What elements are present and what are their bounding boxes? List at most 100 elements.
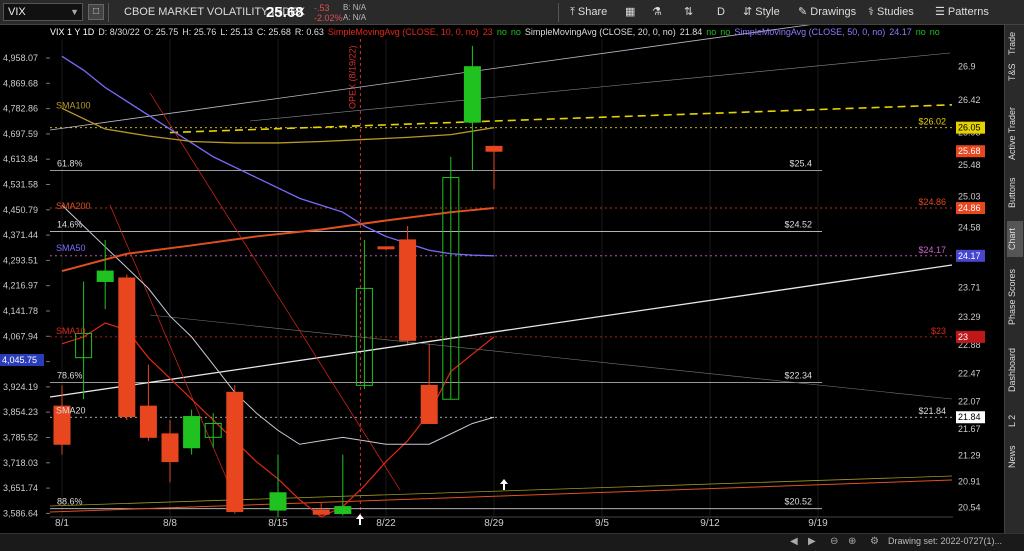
- candle-body: [399, 239, 417, 341]
- fib-label: 78.6%: [57, 371, 83, 381]
- last-price: 25.68: [266, 4, 304, 21]
- zoom-in-icon[interactable]: ⊕: [848, 536, 856, 547]
- right-axis-tick: 23.71: [958, 283, 981, 293]
- left-axis-tick: 4,293.51: [3, 255, 38, 265]
- tab-chart[interactable]: Chart: [1007, 221, 1023, 257]
- sma-label-sma200: SMA200: [56, 201, 91, 211]
- x-axis-tick: 8/22: [376, 518, 396, 529]
- left-axis-tick: 4,067.94: [3, 331, 38, 341]
- scroll-right-icon[interactable]: ▶: [808, 536, 816, 547]
- left-axis-tick: 4,613.84: [3, 154, 38, 164]
- link-icon[interactable]: □: [88, 4, 104, 20]
- style-icon: ⇵: [743, 6, 756, 18]
- zoom-out-icon[interactable]: ⊖: [830, 536, 838, 547]
- fib-value: $25.4: [789, 159, 812, 169]
- left-axis-tick: 4,531.58: [3, 180, 38, 190]
- chart-period[interactable]: VIX 1 Y 1D: [50, 27, 94, 37]
- left-axis-tick: 4,782.86: [3, 104, 38, 114]
- studies-icon: ⚕: [868, 6, 878, 18]
- price-tag: 24.17: [958, 251, 981, 261]
- sma-label-sma50: SMA50: [56, 243, 86, 253]
- right-axis-tick: 26.9: [958, 62, 976, 72]
- price-tag: 25.68: [958, 146, 981, 156]
- fib-value: $24.52: [784, 220, 812, 230]
- trendline: [49, 475, 953, 507]
- drawing-set-label[interactable]: Drawing set: 2022-0727(1)...: [888, 536, 1002, 546]
- candle-body: [312, 509, 330, 515]
- symbol-text: VIX: [8, 6, 26, 18]
- candle-body: [183, 416, 201, 449]
- left-axis-tick: 4,958.07: [3, 53, 38, 63]
- studies-button[interactable]: ⚕ Studies: [868, 0, 914, 25]
- price-tag: 21.84: [958, 412, 981, 422]
- yellow-dashed-trendline: [169, 104, 953, 134]
- candle-body: [118, 277, 136, 418]
- tab-t-s[interactable]: T&S: [1007, 59, 1023, 85]
- chevron-down-icon[interactable]: ▼: [70, 4, 79, 20]
- x-axis-tick: 9/12: [700, 518, 720, 529]
- settings-icon[interactable]: ⚙: [870, 536, 879, 547]
- level-label: $26.02: [918, 117, 946, 127]
- level-label: $24.86: [918, 197, 946, 207]
- bottom-bar: ◀ ▶ ⊖ ⊕ ⚙ Drawing set: 2022-0727(1)...: [0, 533, 1024, 551]
- drawings-icon: ✎: [798, 6, 811, 18]
- opex-label: OPEX (8/19/22): [347, 45, 357, 109]
- zoom-icon[interactable]: ⇅: [684, 0, 693, 25]
- sma20-study-label[interactable]: SimpleMovingAvg (CLOSE, 20, 0, no): [525, 27, 676, 37]
- candle-body: [377, 246, 395, 250]
- left-axis-highlight: 4,045.75: [2, 355, 37, 365]
- tab-dashboard[interactable]: Dashboard: [1007, 339, 1023, 401]
- candle-body: [269, 492, 287, 511]
- x-axis-tick: 8/1: [55, 518, 69, 529]
- drawings-button[interactable]: ✎ Drawings: [798, 0, 856, 25]
- tab-l-2[interactable]: L 2: [1007, 407, 1023, 435]
- fib-value: $22.34: [784, 371, 812, 381]
- symbol-input[interactable]: VIX ▼: [3, 3, 83, 21]
- arrow-up-icon: [356, 514, 364, 525]
- tab-buttons[interactable]: Buttons: [1007, 171, 1023, 215]
- top-toolbar: VIX ▼ □ CBOE MARKET VOLATILITY INDEX 25.6…: [0, 0, 1024, 25]
- level-label: $24.17: [918, 245, 946, 255]
- fib-label: 61.8%: [57, 159, 83, 169]
- trendline: [49, 25, 811, 131]
- tab-trade[interactable]: Trade: [1007, 31, 1023, 55]
- sma10-study-label[interactable]: SimpleMovingAvg (CLOSE, 10, 0, no): [328, 27, 479, 37]
- candle-body: [226, 391, 244, 512]
- tab-news[interactable]: News: [1007, 441, 1023, 473]
- right-axis-tick: 25.03: [958, 191, 981, 201]
- patterns-button[interactable]: ☰ Patterns: [935, 0, 989, 25]
- scroll-left-icon[interactable]: ◀: [790, 536, 798, 547]
- tab-active-trader[interactable]: Active Trader: [1007, 101, 1023, 165]
- price-tag: 23: [958, 332, 968, 342]
- candle-body: [161, 433, 179, 463]
- right-axis-tick: 21.29: [958, 450, 981, 460]
- right-axis-tick: 20.54: [958, 502, 981, 512]
- grid-icon[interactable]: ▦: [625, 0, 635, 25]
- chart-info-bar: VIX 1 Y 1D D: 8/30/22 O: 25.75 H: 25.76 L: 2…: [50, 27, 940, 37]
- trendline: [49, 479, 953, 513]
- share-button[interactable]: ⤒ Share: [570, 0, 607, 25]
- left-axis-tick: 4,216.97: [3, 281, 38, 291]
- fib-value: $20.52: [784, 497, 812, 507]
- sma-label-sma10: SMA10: [56, 326, 86, 336]
- sma-label-sma20: SMA20: [56, 406, 86, 416]
- level-label: $21.84: [918, 406, 946, 416]
- arrow-up-icon: [500, 479, 508, 490]
- price-chart[interactable]: 4,958.07 4,869.68 4,782.86 4,697.59 4,613.84…: [0, 25, 1004, 533]
- style-button[interactable]: ⇵ Style: [743, 0, 780, 25]
- right-axis-tick: 20.91: [958, 477, 981, 487]
- right-axis-tick: 24.58: [958, 222, 981, 232]
- share-icon: ⤒: [570, 6, 578, 18]
- right-side-panel: Trade T&S Active Trader Buttons Chart Phase S…: [1004, 25, 1024, 533]
- flask-icon[interactable]: ⚗: [652, 0, 662, 25]
- left-axis-tick: 4,450.79: [3, 205, 38, 215]
- aggregation-button[interactable]: D: [717, 0, 725, 25]
- candle-body: [334, 506, 352, 515]
- right-axis-tick: 22.07: [958, 396, 981, 406]
- right-axis-tick: 23.29: [958, 312, 981, 322]
- price-tag: 24.86: [958, 203, 981, 213]
- sma50-study-label[interactable]: SimpleMovingAvg (CLOSE, 50, 0, no): [734, 27, 885, 37]
- tab-phase-scores[interactable]: Phase Scores: [1007, 263, 1023, 331]
- right-axis-tick: 25.48: [958, 160, 981, 170]
- x-axis-tick: 8/29: [484, 518, 504, 529]
